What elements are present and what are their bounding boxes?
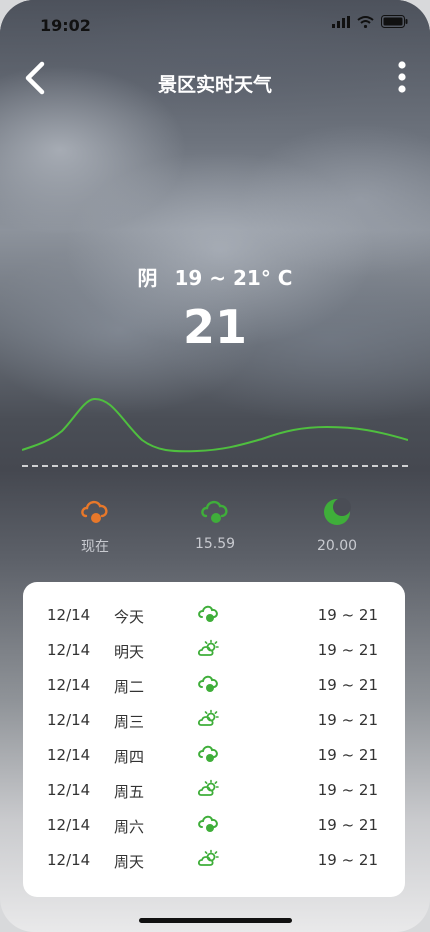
condition-text: 阴 xyxy=(137,266,158,290)
forecast-date: 12/14 xyxy=(47,851,91,869)
forecast-date: 12/14 xyxy=(47,711,91,729)
forecast-date: 12/14 xyxy=(47,641,91,659)
hourly-label: 现在 xyxy=(81,539,109,555)
page-title: 景区实时天气 xyxy=(157,74,272,96)
forecast-day: 周三 xyxy=(114,713,145,731)
forecast-range: 19 ~ 21 xyxy=(317,816,378,834)
hourly-item-2000[interactable]: 20.00 xyxy=(292,498,382,554)
more-options-icon[interactable] xyxy=(396,60,408,96)
partly-sunny-icon xyxy=(198,779,219,796)
weather-screen: 19:02 景区实时天气 阴 19 ~ 21° C 21 现在 15.59 20… xyxy=(0,0,430,932)
forecast-date: 12/14 xyxy=(47,816,91,834)
hourly-forecast: 现在 15.59 20.00 xyxy=(0,498,430,568)
forecast-range: 19 ~ 21 xyxy=(317,746,378,764)
cloud-sun-orange-icon xyxy=(81,500,108,523)
forecast-date: 12/14 xyxy=(47,606,91,624)
forecast-range: 19 ~ 21 xyxy=(317,606,378,624)
battery-icon xyxy=(381,15,408,28)
signal-icon xyxy=(332,15,350,28)
forecast-row[interactable]: 12/14 今天 19 ~ 21 xyxy=(23,598,405,633)
forecast-range: 19 ~ 21 xyxy=(317,711,378,729)
partly-sunny-icon xyxy=(198,849,219,866)
current-temperature: 21 xyxy=(182,300,247,354)
nav-bar: 景区实时天气 xyxy=(0,60,430,100)
status-time: 19:02 xyxy=(40,16,91,35)
moon-green-icon xyxy=(324,498,351,525)
forecast-day: 周六 xyxy=(114,818,145,836)
forecast-row[interactable]: 12/14 周五 19 ~ 21 xyxy=(23,773,405,808)
cloud-sun-icon xyxy=(198,745,218,762)
hourly-item-1559[interactable]: 15.59 xyxy=(170,498,260,552)
forecast-day: 周四 xyxy=(114,748,145,766)
current-condition: 阴 19 ~ 21° C xyxy=(0,262,430,291)
forecast-date: 12/14 xyxy=(47,781,91,799)
forecast-day: 周天 xyxy=(114,853,145,871)
hourly-item-now[interactable]: 现在 xyxy=(50,498,140,556)
partly-sunny-icon xyxy=(198,639,219,656)
hourly-label: 15.59 xyxy=(194,536,236,552)
wifi-icon xyxy=(357,15,374,28)
temperature-curve xyxy=(22,397,408,453)
forecast-day: 周二 xyxy=(114,678,145,696)
partly-sunny-icon xyxy=(198,709,219,726)
forecast-date: 12/14 xyxy=(47,676,91,694)
cloud-sun-icon xyxy=(198,675,218,692)
forecast-row[interactable]: 12/14 周天 19 ~ 21 xyxy=(23,843,405,878)
divider-dashed xyxy=(22,465,408,467)
forecast-range: 19 ~ 21 xyxy=(317,781,378,799)
forecast-range: 19 ~ 21 xyxy=(317,851,378,869)
forecast-range: 19 ~ 21 xyxy=(317,676,378,694)
cloud-sun-icon xyxy=(198,605,218,622)
home-indicator[interactable] xyxy=(139,918,292,923)
forecast-row[interactable]: 12/14 周四 19 ~ 21 xyxy=(23,738,405,773)
cloud-sun-icon xyxy=(198,815,218,832)
forecast-row[interactable]: 12/14 周六 19 ~ 21 xyxy=(23,808,405,843)
daily-forecast-card: 12/14 今天 19 ~ 21 12/14 明天 19 ~ 21 12/14 … xyxy=(23,582,405,897)
forecast-row[interactable]: 12/14 周三 19 ~ 21 xyxy=(23,703,405,738)
forecast-row[interactable]: 12/14 明天 19 ~ 21 xyxy=(23,633,405,668)
temperature-range: 19 ~ 21° C xyxy=(174,266,293,290)
forecast-day: 周五 xyxy=(114,783,145,801)
hourly-label: 20.00 xyxy=(316,538,358,554)
forecast-day: 明天 xyxy=(114,643,145,661)
status-bar: 19:02 xyxy=(0,0,430,50)
forecast-row[interactable]: 12/14 周二 19 ~ 21 xyxy=(23,668,405,703)
forecast-date: 12/14 xyxy=(47,746,91,764)
forecast-day: 今天 xyxy=(114,608,145,626)
cloud-sun-green-icon xyxy=(201,500,228,523)
forecast-range: 19 ~ 21 xyxy=(317,641,378,659)
